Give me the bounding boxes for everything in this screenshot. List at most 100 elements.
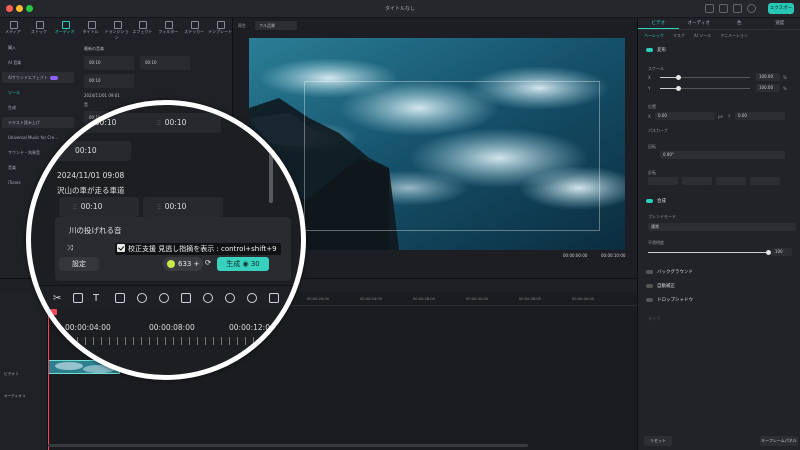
reset-button[interactable]: リセット: [644, 436, 672, 446]
tab-audio-props[interactable]: オーディオ: [679, 18, 720, 29]
scale-y-slider[interactable]: [660, 86, 750, 91]
opacity-field[interactable]: 100: [772, 248, 792, 256]
composite-toggle[interactable]: [646, 199, 653, 203]
ruler-label: 00:00:24:00: [360, 297, 382, 301]
current-timecode: 00:00:00:00: [563, 253, 588, 258]
tab-titles[interactable]: タイトル: [78, 18, 104, 38]
drop-shadow-section-title: ドロップシャドウ: [657, 298, 693, 303]
shadow-type-label: タイプ: [648, 316, 660, 321]
tab-filters[interactable]: フィルター: [155, 18, 181, 38]
tooltip-text: 校正支援 見逃し指摘を表示 : control+shift+9: [128, 245, 277, 253]
tab-templates[interactable]: テンプレート: [207, 18, 233, 38]
timer-icon[interactable]: [247, 293, 257, 303]
audio-card[interactable]: 00:10: [84, 56, 134, 70]
blend-mode-select[interactable]: 通常: [648, 223, 796, 231]
position-y-field[interactable]: 0.00: [735, 112, 785, 120]
tab-video[interactable]: ビデオ: [638, 18, 679, 29]
transform-toggle[interactable]: [646, 48, 653, 52]
drop-shadow-toggle[interactable]: [646, 298, 653, 302]
tab-stock[interactable]: ストック: [26, 18, 52, 38]
speed-icon[interactable]: [137, 293, 147, 303]
audio-card[interactable]: 00:10: [53, 141, 131, 161]
settings-button[interactable]: 設定: [59, 257, 99, 271]
slider-knob[interactable]: [765, 250, 771, 255]
audio-card[interactable]: ⫶⫶ 00:10: [143, 197, 223, 217]
ai-icon[interactable]: [225, 293, 235, 303]
cloud-icon[interactable]: [733, 4, 742, 13]
cut-icon[interactable]: ✂: [53, 293, 63, 304]
ruler-ticks: [53, 337, 301, 345]
sidebar-item-ai-music[interactable]: AI 音楽: [2, 57, 74, 68]
scale-x-field[interactable]: 100.00: [756, 73, 780, 81]
tooltip: 校正支援 見逃し指摘を表示 : control+shift+9: [115, 243, 281, 255]
color-icon[interactable]: [203, 293, 213, 303]
refresh-icon[interactable]: ⟳: [205, 258, 211, 267]
audio-card[interactable]: 00:10: [140, 56, 190, 70]
rotate-ccw-button[interactable]: [750, 177, 780, 185]
subtab-animation[interactable]: アニメーション: [720, 30, 748, 41]
rotate-cw-button[interactable]: [716, 177, 746, 185]
shuffle-icon[interactable]: ⤨: [67, 243, 73, 253]
tab-color[interactable]: 色: [719, 18, 760, 29]
credits-badge[interactable]: 633 +: [163, 257, 203, 271]
flip-horizontal-button[interactable]: [682, 177, 712, 185]
export-frame-icon[interactable]: [269, 293, 279, 303]
audio-card[interactable]: ⫶⫶ 00:10: [143, 113, 221, 133]
ruler-label: 00:00:40:00: [572, 297, 594, 301]
rotate-field[interactable]: 0.00°: [660, 151, 785, 159]
position-label: 位置: [648, 104, 656, 109]
scale-y-field[interactable]: 100.00: [756, 84, 780, 92]
ruler-label: 00:00:32:00: [466, 297, 488, 301]
subtab-ai-tools[interactable]: AI ツール: [694, 30, 711, 41]
opacity-slider[interactable]: [648, 250, 771, 255]
screen-icon[interactable]: [705, 4, 714, 13]
export-button[interactable]: エクスポート: [768, 3, 794, 22]
window-title: タイトルなし: [384, 6, 415, 12]
auto-correct-section-title: 自動補正: [657, 284, 675, 289]
audio-card-duration: 00:10: [94, 118, 117, 127]
subtab-basic[interactable]: ベーシック: [644, 30, 664, 41]
crop-icon[interactable]: [73, 293, 83, 303]
timeline-scrollbar[interactable]: [48, 444, 528, 447]
transform-section-title: 変形: [657, 48, 666, 53]
pos-x-label: X: [648, 114, 651, 119]
audio-card[interactable]: ⫶⫶ 00:10: [59, 197, 139, 217]
slider-knob[interactable]: [675, 86, 681, 91]
tab-transitions[interactable]: トランジション: [104, 18, 130, 40]
audio-card-duration: 00:10: [80, 202, 103, 211]
scale-x-label: X: [648, 75, 651, 80]
slider-knob[interactable]: [675, 75, 681, 80]
tab-audio[interactable]: オーディオ: [52, 18, 78, 38]
text-icon[interactable]: T: [93, 293, 103, 304]
tab-media[interactable]: メディア: [0, 18, 26, 38]
sidebar-item-purchased[interactable]: 購入: [2, 42, 74, 53]
flip-vertical-button[interactable]: [648, 177, 678, 185]
sidebar-item-tools[interactable]: ツール: [2, 87, 74, 98]
opacity-label: 不透明度: [648, 240, 664, 245]
quality-select[interactable]: フル品質: [255, 21, 297, 30]
percent-unit: %: [783, 86, 787, 91]
subtab-mask[interactable]: マスク: [673, 30, 685, 41]
layout-icon[interactable]: [719, 4, 728, 13]
sidebar-item-ai-sfx[interactable]: AIサウンドエフェクト: [2, 72, 74, 83]
auto-correct-toggle[interactable]: [646, 284, 653, 288]
tab-speed[interactable]: 速度: [760, 18, 800, 29]
keyframe-panel-button[interactable]: キーフレームパネル: [760, 436, 798, 446]
position-x-field[interactable]: 0.00: [655, 112, 715, 120]
mask-icon[interactable]: [181, 293, 191, 303]
background-toggle[interactable]: [646, 270, 653, 274]
audio-card[interactable]: 00:10: [84, 74, 134, 88]
clock-icon[interactable]: [159, 293, 169, 303]
scale-label: スケール: [648, 66, 664, 71]
profile-icon[interactable]: [747, 4, 756, 13]
shape-icon[interactable]: [115, 293, 125, 303]
tab-effects[interactable]: エフェクト: [129, 18, 155, 38]
magnifier-lens: ⫶⫶ 00:10 ⫶⫶ 00:10 00:10 2024/11/01 09:08 沢…: [26, 100, 306, 380]
media-scrollbar[interactable]: [269, 153, 273, 203]
total-timecode: 00:00:10:00: [601, 253, 626, 258]
audio-card[interactable]: ⫶⫶ 00:10: [73, 113, 151, 133]
tab-stickers[interactable]: ステッカー: [181, 18, 207, 38]
scale-x-slider[interactable]: [660, 75, 750, 80]
playhead[interactable]: [50, 309, 57, 375]
generate-button[interactable]: 生成 ◉ 30: [217, 257, 269, 271]
